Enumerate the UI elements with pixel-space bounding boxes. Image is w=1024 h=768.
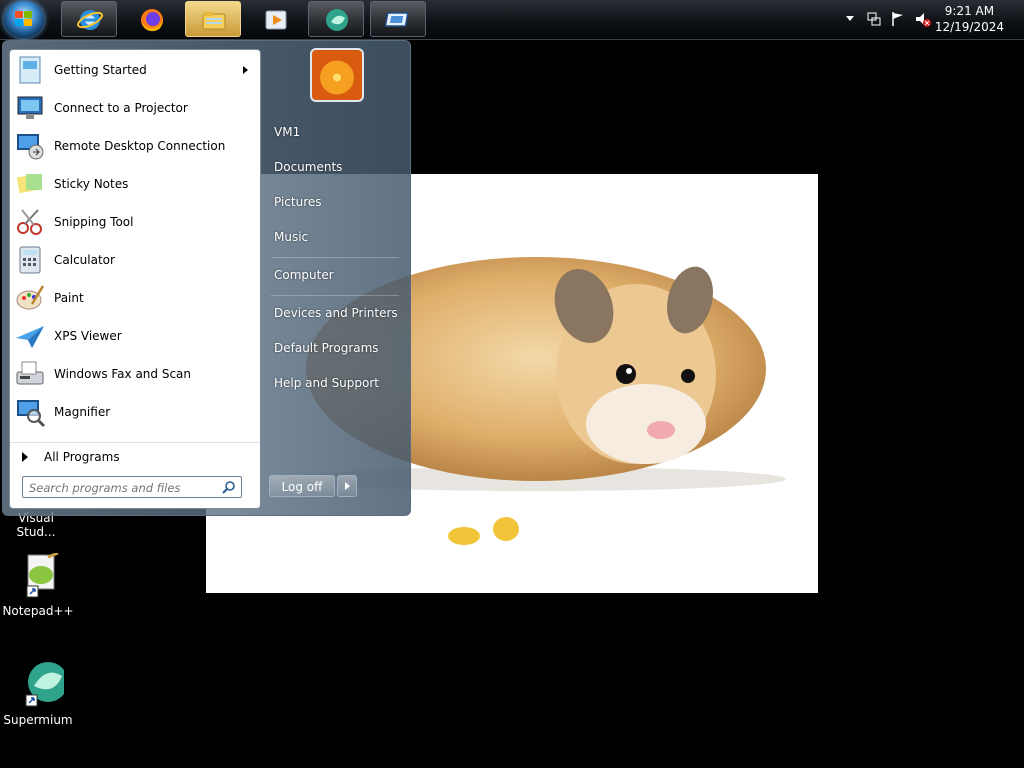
program-fax-scan[interactable]: Windows Fax and Scan [10, 356, 260, 392]
magnifier-icon [17, 400, 46, 428]
projector-icon [17, 96, 43, 119]
taskbar-supermium[interactable] [308, 1, 364, 37]
start-menu: Getting Started Connect to a Projector R… [2, 40, 411, 516]
program-remote-desktop[interactable]: Remote Desktop Connection [10, 128, 260, 164]
program-paint[interactable]: Paint [10, 280, 260, 316]
search-input[interactable] [27, 478, 219, 498]
program-xps-viewer[interactable]: XPS Viewer [10, 318, 260, 354]
taskbar-remote-desktop[interactable] [370, 1, 426, 37]
folder-icon [202, 12, 226, 30]
program-label: XPS Viewer [54, 329, 122, 343]
action-center-flag-icon[interactable] [890, 10, 906, 28]
desktop-icon-supermium[interactable]: Supermium [2, 660, 74, 727]
paper-plane-icon [16, 326, 44, 348]
place-devices-printers[interactable]: Devices and Printers [274, 306, 398, 320]
place-documents[interactable]: Documents [274, 160, 342, 174]
sticky-notes-icon [16, 174, 42, 194]
media-player-icon [265, 10, 287, 30]
program-sticky-notes[interactable]: Sticky Notes [10, 166, 260, 202]
taskbar-internet-explorer[interactable] [61, 1, 117, 37]
place-user-folder[interactable]: VM1 [274, 125, 300, 139]
place-computer[interactable]: Computer [274, 268, 334, 282]
program-snipping-tool[interactable]: Snipping Tool [10, 204, 260, 240]
volume-muted-icon[interactable] [914, 10, 932, 28]
place-pictures[interactable]: Pictures [274, 195, 322, 209]
tray-expand-icon[interactable] [846, 16, 854, 55]
program-label: Calculator [54, 253, 115, 267]
places-separator [271, 257, 399, 258]
submenu-arrow-icon [243, 66, 248, 74]
taskbar-file-explorer[interactable] [185, 1, 241, 37]
program-label: Magnifier [54, 405, 111, 419]
paint-palette-icon [16, 285, 45, 310]
desktop-icon-notepadpp[interactable]: Notepad++ [2, 551, 74, 618]
taskbar-media-player[interactable] [247, 1, 303, 37]
fax-icon [16, 361, 44, 385]
all-programs-button[interactable]: All Programs [10, 442, 260, 471]
start-search-box[interactable] [22, 476, 242, 498]
place-help-support[interactable]: Help and Support [274, 376, 379, 390]
user-account-picture[interactable] [310, 48, 364, 102]
taskbar: 9:21 AM 12/19/2024 [0, 0, 1024, 40]
all-programs-arrow-icon [22, 452, 28, 462]
remote-desktop-icon [17, 134, 44, 160]
place-default-programs[interactable]: Default Programs [274, 341, 379, 355]
shutdown-options-arrow-button[interactable] [337, 475, 357, 497]
supermium-icon [25, 662, 68, 707]
taskbar-firefox[interactable] [123, 1, 179, 37]
start-button[interactable] [4, 1, 44, 38]
program-label: Windows Fax and Scan [54, 367, 192, 381]
desktop-icon-label: Supermium [3, 713, 73, 727]
windows-logo-icon [15, 11, 33, 27]
getting-started-icon [19, 56, 41, 84]
log-off-button[interactable]: Log off [269, 475, 335, 497]
supermium-icon [326, 9, 348, 31]
program-connect-projector[interactable]: Connect to a Projector [10, 90, 260, 126]
program-getting-started[interactable]: Getting Started [10, 52, 260, 88]
scissors-icon [17, 209, 42, 235]
program-label: Paint [54, 291, 84, 305]
clock-time: 9:21 AM [944, 4, 995, 18]
program-label: Getting Started [54, 63, 147, 77]
program-label: Snipping Tool [54, 215, 134, 229]
program-label: Remote Desktop Connection [54, 139, 226, 153]
program-calculator[interactable]: Calculator [10, 242, 260, 278]
search-icon[interactable] [222, 480, 236, 494]
remote-desktop-icon [385, 12, 409, 27]
program-label: Connect to a Projector [54, 101, 188, 115]
notepadpp-icon [26, 551, 59, 598]
place-music[interactable]: Music [274, 230, 308, 244]
internet-explorer-icon [77, 10, 103, 30]
start-menu-programs-pane: Getting Started Connect to a Projector R… [9, 49, 261, 509]
taskbar-clock[interactable]: 9:21 AM 12/19/2024 [935, 3, 1004, 35]
program-label: Sticky Notes [54, 177, 129, 191]
desktop-icon-label: Notepad++ [2, 604, 74, 618]
all-programs-label: All Programs [44, 450, 120, 464]
clock-date: 12/19/2024 [934, 20, 1004, 34]
places-separator [271, 295, 399, 296]
firefox-icon [141, 9, 163, 32]
network-icon[interactable] [866, 11, 882, 27]
calculator-icon [19, 246, 41, 274]
program-magnifier[interactable]: Magnifier [10, 394, 260, 430]
